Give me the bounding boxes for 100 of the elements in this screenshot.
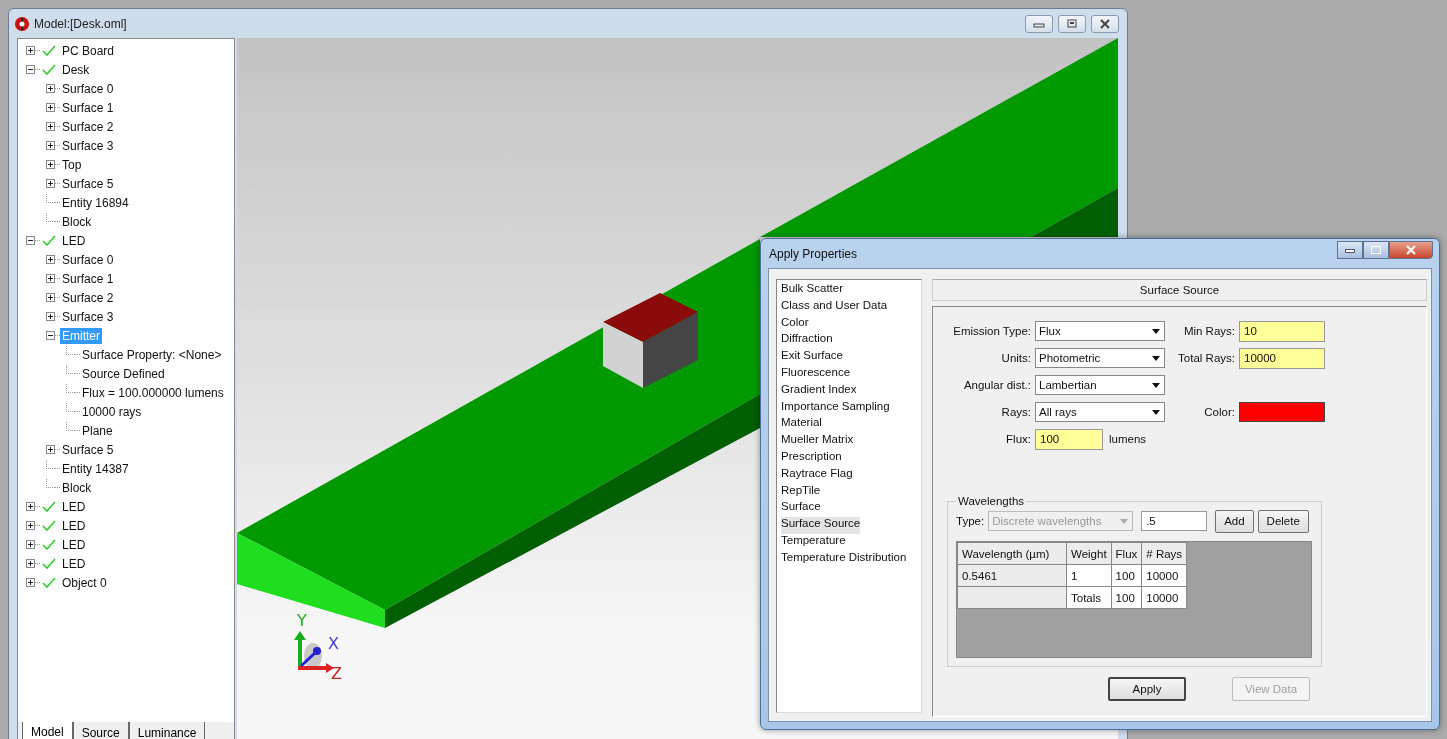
tree-item[interactable]: LED <box>60 517 88 534</box>
tree-item[interactable]: Surface 3 <box>60 137 116 154</box>
category-item[interactable]: Surface <box>781 500 821 518</box>
category-item[interactable]: Prescription <box>781 449 842 467</box>
expander-icon[interactable] <box>26 46 35 55</box>
panel-tab[interactable]: Luminance <box>128 722 206 739</box>
tree-item[interactable]: LED <box>60 232 88 249</box>
dropdown[interactable]: Lambertian <box>1035 375 1165 395</box>
tree-item[interactable]: Top <box>60 156 84 173</box>
input-field[interactable]: 10000 <box>1239 347 1325 369</box>
column-header: # Rays <box>1141 542 1187 565</box>
tree-item[interactable]: Surface Property: <None> <box>80 346 224 363</box>
dropdown[interactable]: Flux <box>1035 321 1165 341</box>
category-item[interactable]: Mueller Matrix <box>781 433 854 450</box>
panel-tab[interactable]: Source <box>72 722 129 739</box>
tree-item[interactable]: Desk <box>60 61 92 78</box>
tree-item[interactable]: Object 0 <box>60 574 109 591</box>
tree-item[interactable]: Surface 5 <box>60 441 116 458</box>
input-field[interactable]: 100 <box>1035 428 1103 450</box>
table-cell: 0.5461 <box>957 564 1067 587</box>
action-button[interactable]: Delete <box>1257 509 1309 533</box>
column-header: Weight <box>1066 542 1112 565</box>
expander-icon[interactable] <box>26 502 35 511</box>
dropdown[interactable]: Photometric <box>1035 348 1165 368</box>
expander-icon[interactable] <box>46 141 55 150</box>
tree-item[interactable]: Surface 1 <box>60 99 116 116</box>
expander-icon[interactable] <box>26 559 35 568</box>
group-title: Wavelengths <box>957 495 1026 507</box>
tree-item[interactable]: LED <box>60 536 88 553</box>
close-button[interactable] <box>1389 240 1433 259</box>
expander-icon[interactable] <box>46 445 55 454</box>
tree-item[interactable]: Entity 14387 <box>60 460 131 477</box>
category-item[interactable]: Importance Sampling <box>781 399 890 417</box>
expander-icon[interactable] <box>46 160 55 169</box>
tree-item[interactable]: Entity 16894 <box>60 194 131 211</box>
expander-icon[interactable] <box>46 293 55 302</box>
maximize-button[interactable] <box>1363 240 1389 259</box>
close-button[interactable] <box>1091 14 1119 33</box>
close-icon <box>1099 18 1111 29</box>
expander-icon[interactable] <box>26 65 35 74</box>
axis-label: Z <box>331 664 342 683</box>
tree-item[interactable]: LED <box>60 555 88 572</box>
caret-icon <box>1120 519 1129 524</box>
expander-icon[interactable] <box>26 521 35 530</box>
input-field[interactable]: .5 <box>1141 511 1208 531</box>
field-label: Min Rays: <box>1182 325 1235 337</box>
expander-icon[interactable] <box>26 540 35 549</box>
category-item[interactable]: Exit Surface <box>781 349 843 366</box>
tree-item[interactable]: Block <box>60 213 94 230</box>
tree-item[interactable]: LED <box>60 498 88 515</box>
category-item[interactable]: Fluorescence <box>781 366 851 383</box>
panel-tab[interactable]: Model <box>22 722 73 739</box>
category-item[interactable]: Gradient Index <box>781 382 857 400</box>
maximize-button[interactable] <box>1058 14 1086 33</box>
tree-item[interactable]: Plane <box>80 422 115 439</box>
tree-item[interactable]: 10000 rays <box>80 403 144 420</box>
tree-item[interactable]: Block <box>60 479 94 496</box>
category-item[interactable]: Material <box>781 416 822 434</box>
category-item[interactable]: Temperature Distribution <box>781 550 907 568</box>
tree-item[interactable]: Surface 3 <box>60 308 116 325</box>
expander-icon[interactable] <box>46 312 55 321</box>
expander-icon[interactable] <box>46 255 55 264</box>
tree-item[interactable]: Surface 2 <box>60 118 116 135</box>
tree-item[interactable]: Source Defined <box>80 365 167 382</box>
tree-item[interactable]: Surface 2 <box>60 289 116 306</box>
dropdown[interactable]: All rays <box>1035 402 1165 422</box>
category-item[interactable]: Bulk Scatter <box>781 282 843 299</box>
dropdown-value: All rays <box>1039 406 1077 418</box>
expander-icon[interactable] <box>26 578 35 587</box>
category-item[interactable]: Raytrace Flag <box>781 466 853 484</box>
tree-item[interactable]: Flux = 100.000000 lumens <box>80 384 226 401</box>
tree-item[interactable]: Surface 0 <box>60 251 116 268</box>
tree-item[interactable]: PC Board <box>60 42 117 59</box>
axis-label: X <box>328 634 339 653</box>
field-label: Units: <box>1000 352 1031 364</box>
category-item[interactable]: Surface Source <box>781 517 861 534</box>
tree-item[interactable]: Surface 5 <box>60 175 116 192</box>
category-item[interactable]: Temperature <box>781 533 846 551</box>
input-field[interactable]: 10 <box>1239 320 1325 342</box>
action-button[interactable]: Add <box>1215 509 1254 533</box>
dropdown-value: Discrete wavelengths <box>992 515 1102 527</box>
expander-icon[interactable] <box>46 84 55 93</box>
tree-item[interactable]: Surface 1 <box>60 270 116 287</box>
expander-icon[interactable] <box>46 331 55 340</box>
dropdown-value: Lambertian <box>1039 379 1097 391</box>
field-label: Flux: <box>1005 433 1031 445</box>
category-item[interactable]: RepTile <box>781 483 821 501</box>
expander-icon[interactable] <box>26 236 35 245</box>
action-button[interactable]: Apply <box>1108 677 1186 701</box>
expander-icon[interactable] <box>46 103 55 112</box>
category-item[interactable]: Color <box>781 315 809 333</box>
category-item[interactable]: Diffraction <box>781 332 833 350</box>
close-icon <box>1405 244 1417 255</box>
expander-icon[interactable] <box>46 122 55 131</box>
category-item[interactable]: Class and User Data <box>781 298 888 316</box>
tree-item[interactable]: Surface 0 <box>60 80 116 97</box>
expander-icon[interactable] <box>46 179 55 188</box>
color-swatch[interactable] <box>1239 402 1325 422</box>
expander-icon[interactable] <box>46 274 55 283</box>
minimize-button[interactable] <box>1337 240 1363 259</box>
